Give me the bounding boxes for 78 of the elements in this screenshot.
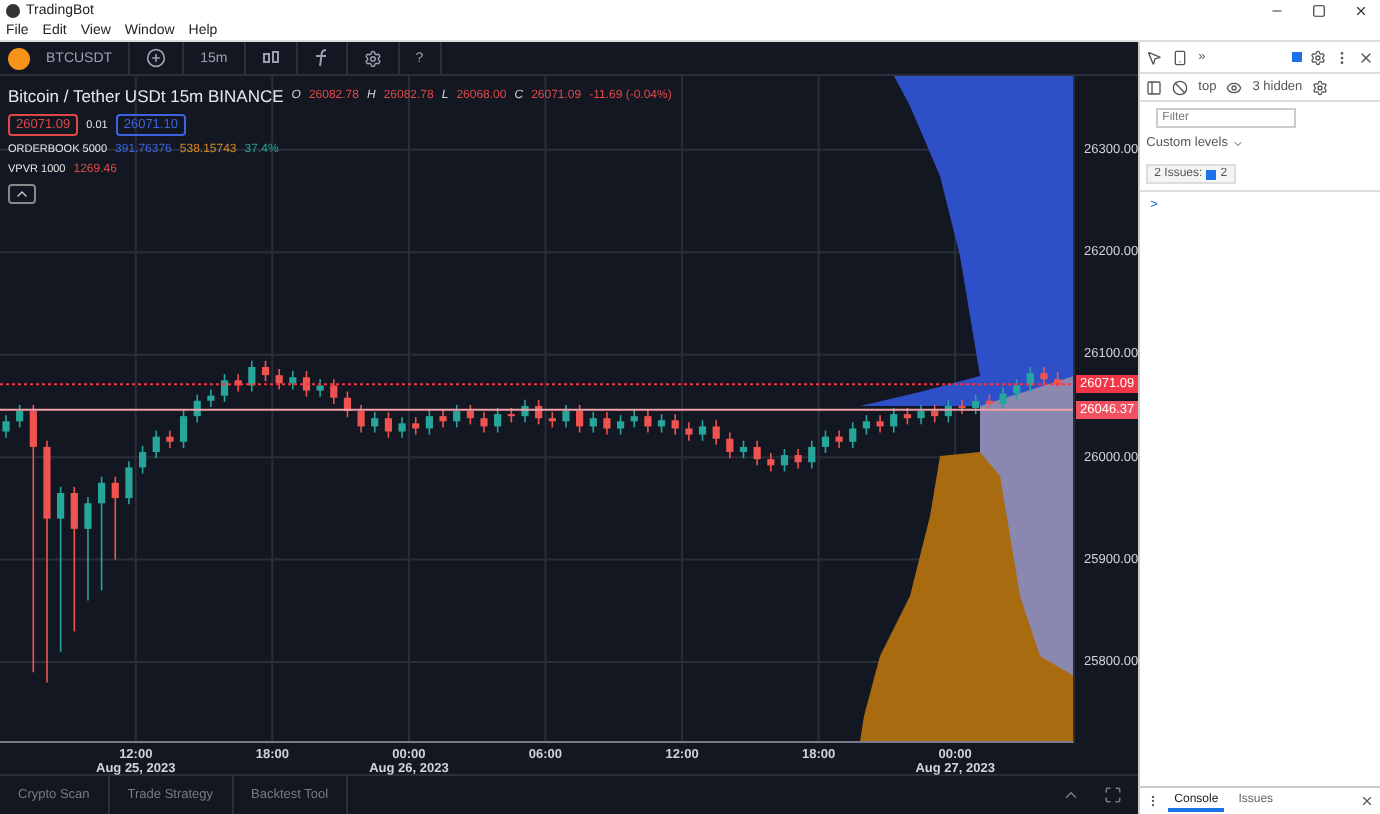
clear-icon[interactable] <box>1172 79 1189 95</box>
candlestick <box>29 404 37 674</box>
app-logo-icon <box>6 3 20 17</box>
chart-title: Bitcoin / Tether USDt 15m BINANCE <box>8 86 284 106</box>
candlestick <box>398 416 406 439</box>
candlestick <box>767 452 775 473</box>
candlestick <box>794 448 802 470</box>
candlestick <box>603 411 611 436</box>
settings-icon[interactable] <box>1310 49 1326 65</box>
candlestick <box>2 414 10 439</box>
candlestick <box>371 411 379 434</box>
candlestick <box>712 419 720 446</box>
candlestick <box>698 419 707 442</box>
function-icon[interactable] <box>313 48 330 68</box>
chevron-up-icon[interactable] <box>1062 786 1081 804</box>
candlestick <box>890 407 898 434</box>
candlestick <box>98 475 106 592</box>
candlestick <box>111 475 119 561</box>
candlestick <box>644 409 652 434</box>
candlestick <box>685 421 693 442</box>
candlestick <box>562 404 570 429</box>
fullscreen-icon[interactable] <box>1104 786 1123 804</box>
candlestick <box>275 368 283 391</box>
bitcoin-icon <box>8 47 30 69</box>
close-icon[interactable] <box>1360 794 1374 808</box>
device-icon[interactable] <box>1172 49 1189 65</box>
candlestick <box>384 411 393 439</box>
candlestick <box>589 411 597 434</box>
candlestick <box>548 411 556 429</box>
candlestick <box>220 373 229 403</box>
candlestick <box>849 421 857 449</box>
candlestick <box>302 370 311 398</box>
candlestick <box>862 414 871 436</box>
candlestick <box>466 404 474 426</box>
candlestick <box>576 404 584 434</box>
close-icon[interactable] <box>1358 49 1374 65</box>
candlestick <box>1013 378 1021 401</box>
candlestick <box>821 429 830 454</box>
candlestick <box>412 416 420 436</box>
candlestick <box>84 496 92 602</box>
candlestick <box>453 404 461 429</box>
collapse-button[interactable] <box>8 184 36 204</box>
settings-icon[interactable] <box>1312 79 1329 95</box>
candlestick <box>808 439 816 470</box>
candlestick <box>616 414 625 436</box>
candlestick <box>179 409 188 449</box>
candlestick <box>70 486 78 633</box>
candlestick <box>726 431 734 459</box>
candlestick <box>753 439 761 467</box>
candlestick <box>876 414 884 434</box>
candlestick <box>330 378 338 405</box>
candlestick <box>125 460 133 506</box>
close-icon[interactable] <box>1354 3 1368 17</box>
maximize-icon[interactable] <box>1312 3 1326 17</box>
candlestick <box>917 404 925 426</box>
candlestick <box>357 404 365 434</box>
sidebar-icon[interactable] <box>1146 79 1163 95</box>
candles-icon[interactable] <box>261 48 280 68</box>
candlestick <box>57 486 65 653</box>
add-icon[interactable] <box>146 48 167 68</box>
candlestick <box>152 429 160 459</box>
chevron-up-icon <box>14 186 30 202</box>
candlestick <box>671 413 679 436</box>
candlestick <box>425 409 433 436</box>
candlestick <box>1040 366 1048 387</box>
candlestick <box>289 370 297 391</box>
inspect-icon[interactable] <box>1146 49 1163 65</box>
candlestick <box>780 448 789 473</box>
candlestick <box>999 386 1007 411</box>
candlestick <box>261 360 270 383</box>
candlestick <box>16 404 24 429</box>
candlestick <box>138 445 147 475</box>
candlestick <box>494 407 502 434</box>
candlestick <box>657 413 666 434</box>
candlestick <box>480 411 488 434</box>
eye-icon[interactable] <box>1226 79 1243 95</box>
candlestick <box>972 393 980 415</box>
settings-icon[interactable] <box>363 49 382 67</box>
